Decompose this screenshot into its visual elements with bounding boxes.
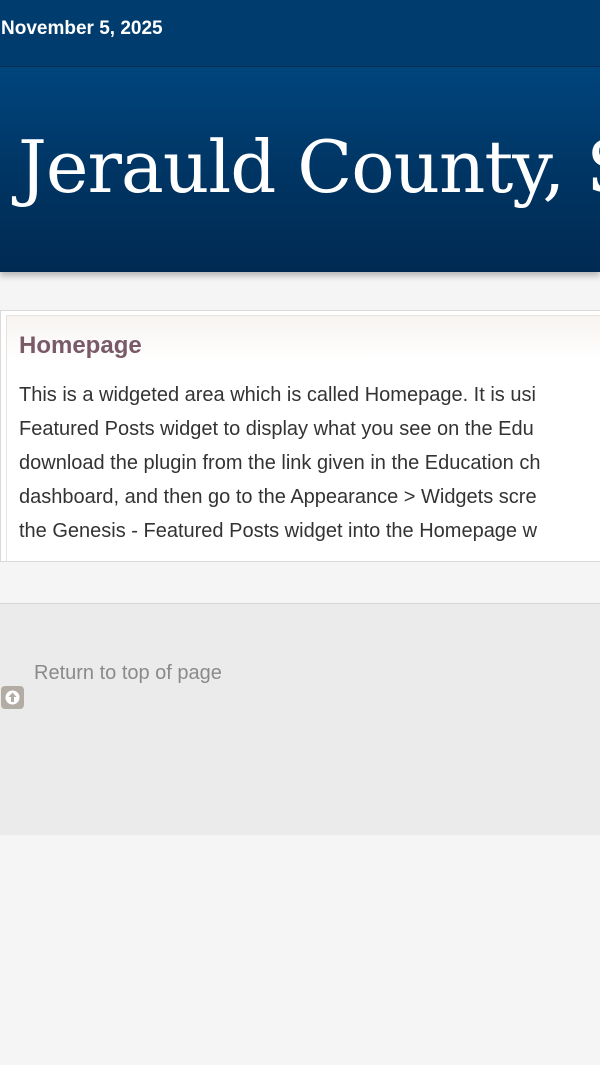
widget-text-line: This is a widgeted area which is called …: [19, 384, 536, 406]
widget-text-line: dashboard, and then go to the Appearance…: [19, 486, 537, 508]
arrow-up-icon[interactable]: [1, 686, 24, 709]
top-bar: November 5, 2025: [0, 0, 600, 67]
widget-text: This is a widgeted area which is called …: [19, 378, 540, 548]
return-to-top-link[interactable]: Return to top of page: [34, 662, 222, 685]
footer: [0, 603, 600, 835]
widget-text-line: the Genesis - Featured Posts widget into…: [19, 520, 538, 542]
widget-text-line: Featured Posts widget to display what yo…: [19, 418, 534, 440]
site-title[interactable]: Jerauld County, S: [18, 131, 600, 203]
site-header: Jerauld County, S: [0, 67, 600, 272]
widget-text-line: download the plugin from the link given …: [19, 452, 541, 474]
widget-title: Homepage: [19, 332, 142, 359]
current-date: November 5, 2025: [1, 18, 163, 39]
